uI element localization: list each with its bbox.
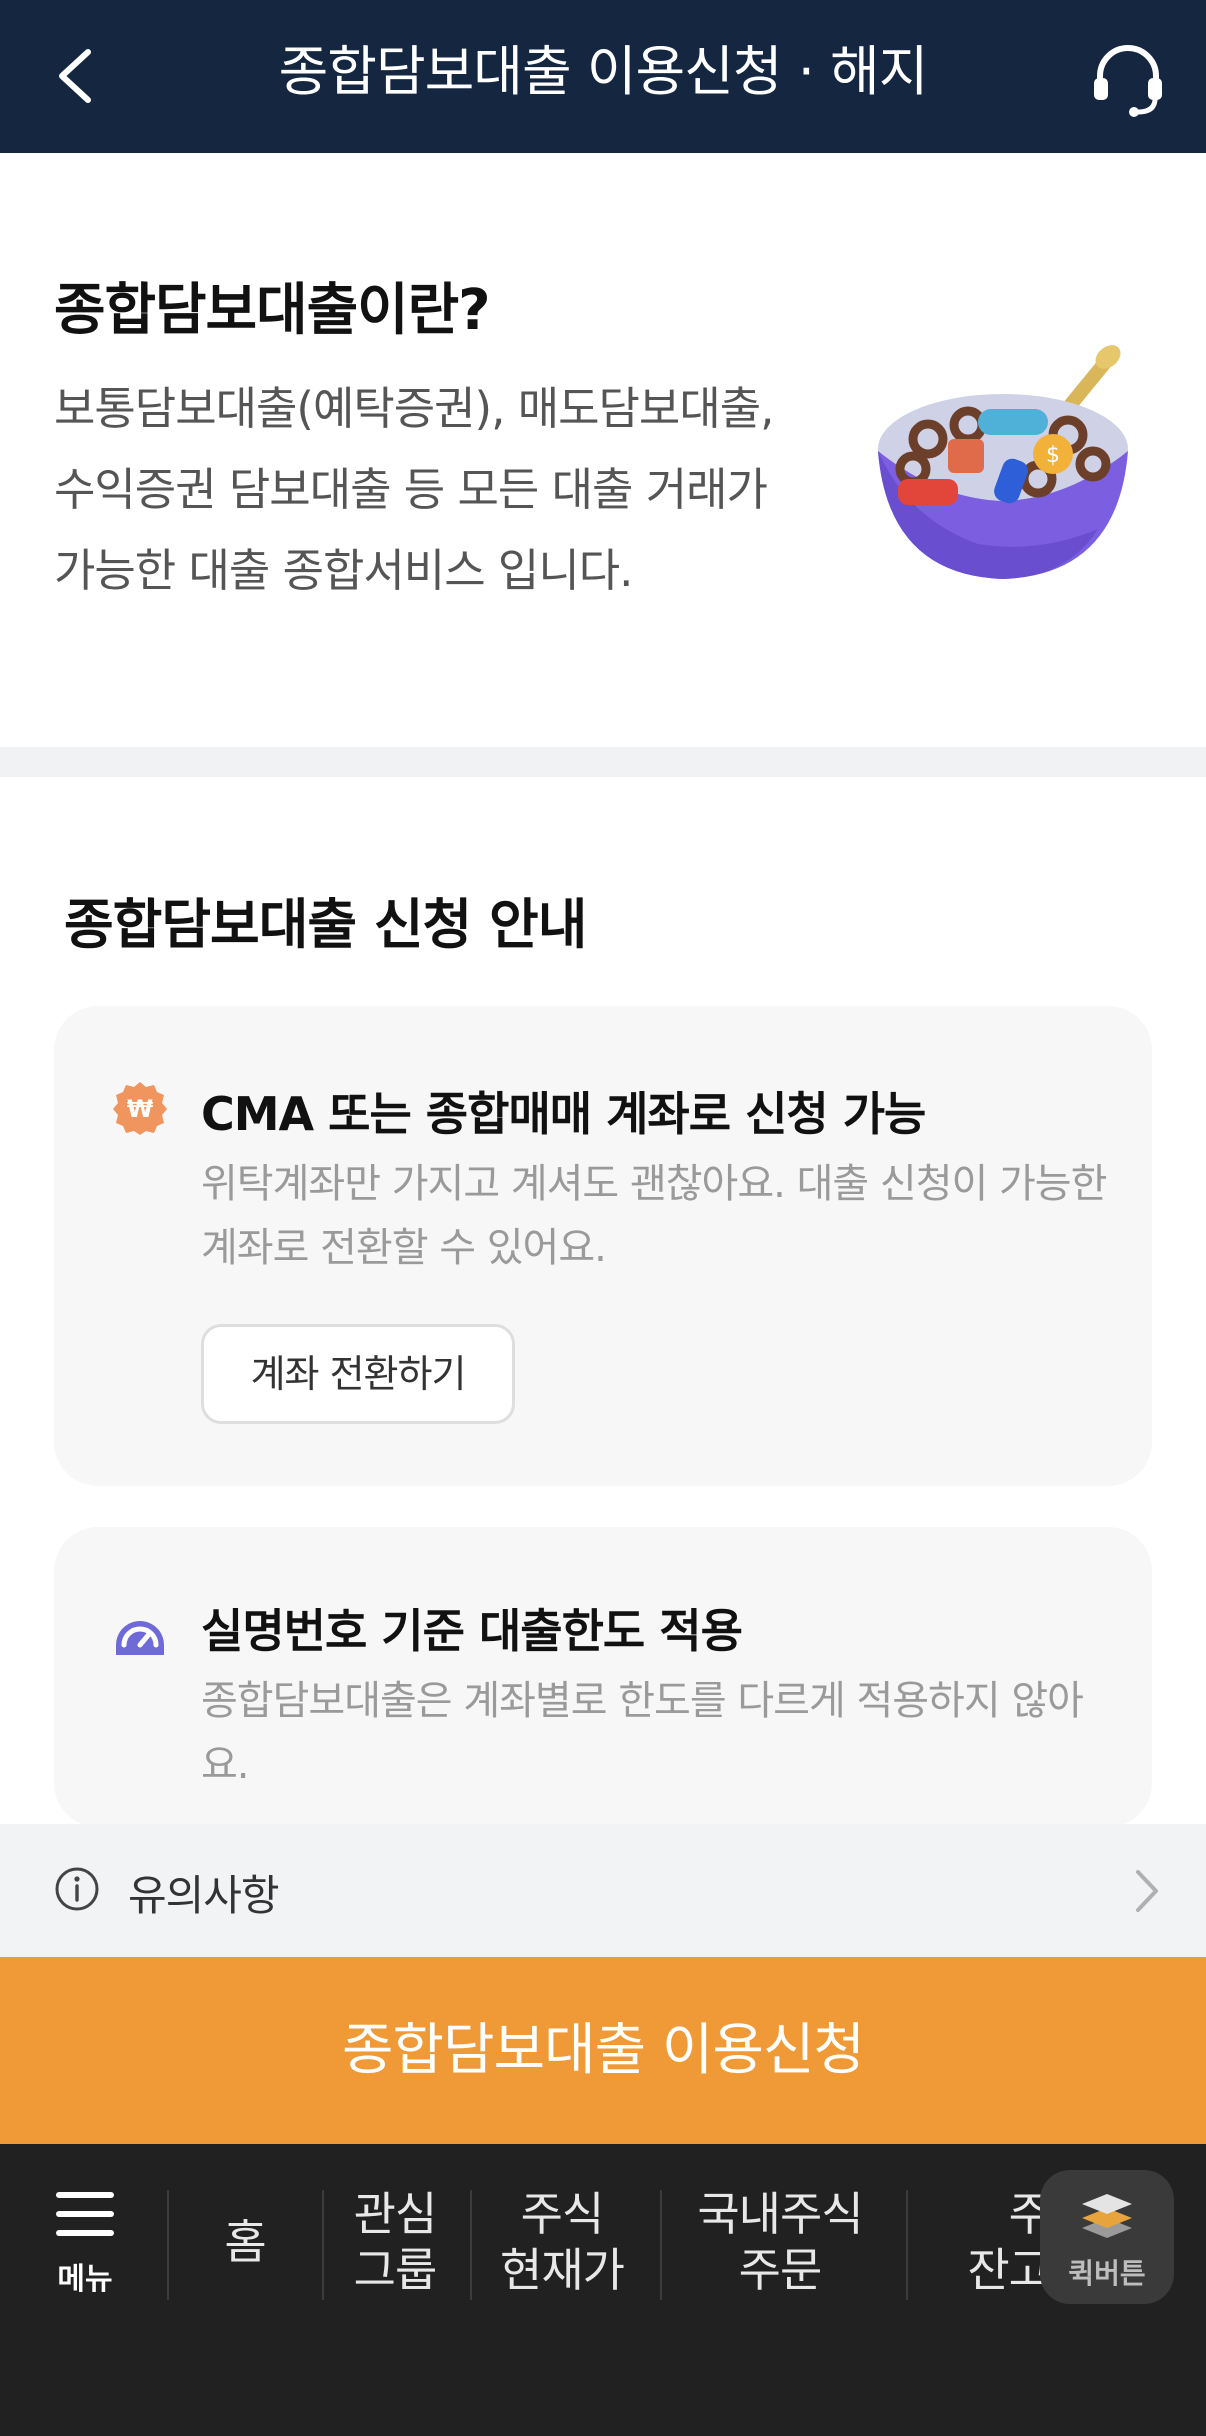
- nav-item-label-line1: 관심: [353, 2187, 438, 2241]
- intro-heading: 종합담보대출이란?: [54, 278, 491, 343]
- intro-description: 보통담보대출(예탁증권), 매도담보대출, 수익증권 담보대출 등 모든 대출 …: [54, 382, 774, 597]
- nav-separator: [470, 2190, 472, 2300]
- hamburger-menu-icon: [56, 2192, 114, 2236]
- intro-section: 종합담보대출이란? 보통담보대출(예탁증권), 매도담보대출, 수익증권 담보대…: [0, 153, 1206, 747]
- nav-menu-label: 메뉴: [57, 2262, 113, 2297]
- card-description: 종합담보대출은 계좌별로 한도를 다르게 적용하지 않아요.: [201, 1678, 1084, 1788]
- top-app-bar: 종합담보대출 이용신청 · 해지: [0, 0, 1206, 153]
- headset-support-icon[interactable]: [1088, 38, 1168, 118]
- nav-item-label-line2: 현재가: [500, 2243, 625, 2297]
- card-title: 실명번호 기준 대출한도 적용: [201, 1604, 743, 1658]
- nav-item-stock-price[interactable]: 주식 현재가: [482, 2186, 642, 2298]
- nav-item-label-line1: 국내주식: [697, 2187, 863, 2241]
- page-title: 종합담보대출 이용신청 · 해지: [278, 40, 929, 103]
- section-divider: [0, 747, 1206, 777]
- won-badge-icon: ₩: [113, 1082, 167, 1135]
- nav-item-label-line1: 주: [1008, 2187, 1051, 2241]
- guide-card-loan-limit: 실명번호 기준 대출한도 적용 종합담보대출은 계좌별로 한도를 다르게 적용하…: [54, 1527, 1152, 1827]
- nav-menu-button[interactable]: 메뉴: [40, 2184, 130, 2297]
- nav-separator: [906, 2190, 908, 2300]
- info-icon: [55, 1867, 99, 1911]
- nav-separator: [322, 2190, 324, 2300]
- bottom-navigation-bar: 메뉴 홈 관심 그룹 주식 현재가 국내주식 주문 주 잔고 퀵버튼: [0, 2144, 1206, 2436]
- nav-separator: [167, 2190, 169, 2300]
- nav-item-label: 홈: [224, 2215, 266, 2269]
- nav-item-home[interactable]: 홈: [190, 2214, 300, 2270]
- guide-section-title: 종합담보대출 신청 안내: [64, 893, 587, 956]
- nav-item-label-line2: 그룹: [353, 2243, 438, 2297]
- layers-icon: [1082, 2194, 1132, 2238]
- nav-item-balance[interactable]: 주 잔고: [920, 2186, 1051, 2298]
- nav-item-domestic-order[interactable]: 국내주식 주문: [670, 2186, 890, 2298]
- convert-account-button[interactable]: 계좌 전환하기: [201, 1324, 515, 1424]
- caution-notice-label: 유의사항: [128, 1871, 280, 1920]
- speedometer-icon: [116, 1621, 164, 1655]
- apply-loan-button[interactable]: 종합담보대출 이용신청: [0, 1957, 1206, 2144]
- card-title: CMA 또는 종합매매 계좌로 신청 가능: [201, 1087, 926, 1141]
- chevron-right-icon: [1136, 1870, 1158, 1912]
- card-description: 위탁계좌만 가지고 계셔도 괜찮아요. 대출 신청이 가능한 계좌로 전환할 수…: [201, 1161, 1107, 1271]
- svg-text:₩: ₩: [127, 1095, 154, 1123]
- nav-item-watchlist[interactable]: 관심 그룹: [335, 2186, 455, 2298]
- back-arrow-icon[interactable]: [48, 44, 108, 108]
- nav-separator: [660, 2190, 662, 2300]
- nav-item-label-line2: 주문: [738, 2243, 823, 2297]
- quick-button-label: 퀵버튼: [1068, 2257, 1146, 2290]
- cereal-bowl-illustration: $: [878, 345, 1128, 579]
- nav-item-label-line2: 잔고: [967, 2243, 1051, 2297]
- caution-notice-row[interactable]: 유의사항: [0, 1824, 1206, 1957]
- svg-text:$: $: [1046, 443, 1060, 468]
- nav-item-label-line1: 주식: [520, 2187, 605, 2241]
- quick-button[interactable]: 퀵버튼: [1040, 2170, 1174, 2304]
- guide-card-account-type: ₩ CMA 또는 종합매매 계좌로 신청 가능 위탁계좌만 가지고 계셔도 괜찮…: [54, 1006, 1152, 1486]
